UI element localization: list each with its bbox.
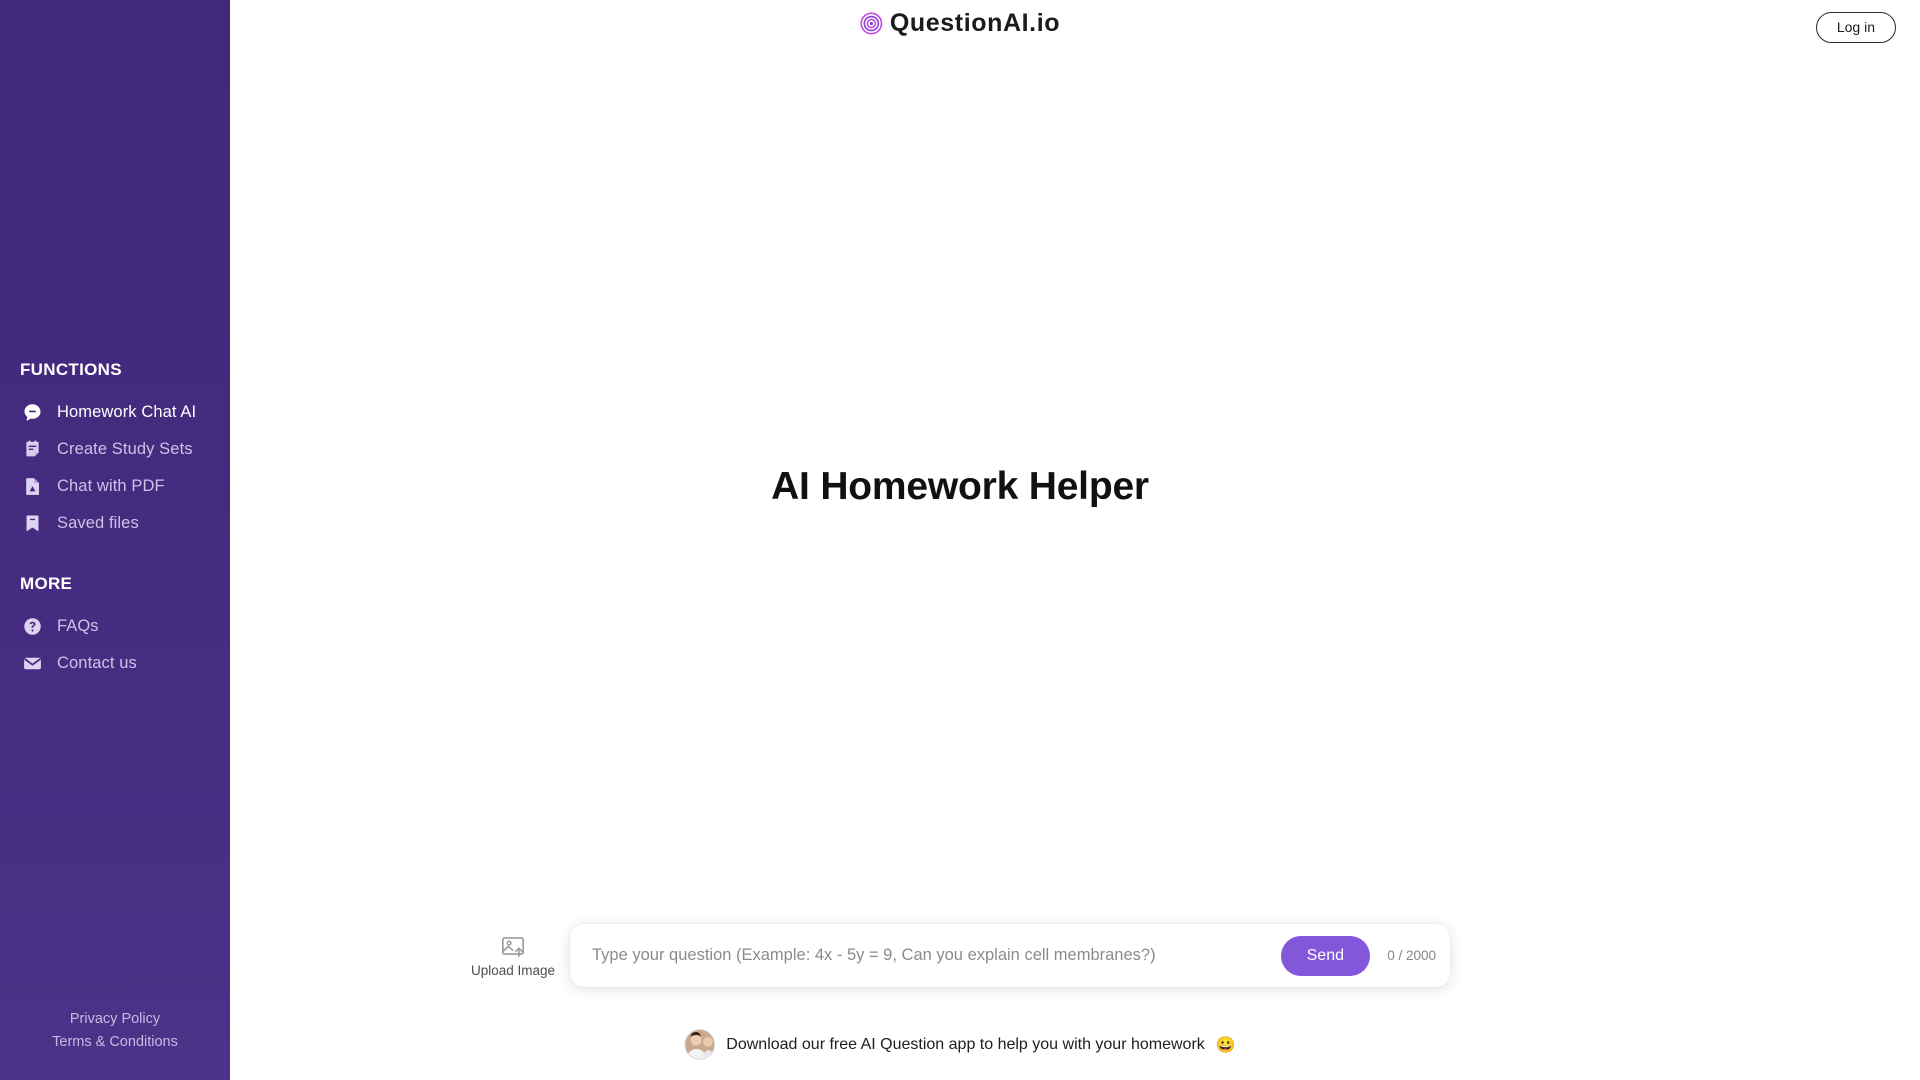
download-app-banner[interactable]: Download our free AI Question app to hel…	[684, 1029, 1236, 1060]
image-upload-icon	[500, 933, 526, 959]
sidebar-item-label: Saved files	[57, 514, 139, 532]
sidebar-item-label: Contact us	[57, 654, 137, 672]
sidebar-item-label: Create Study Sets	[57, 440, 193, 458]
sidebar-section-functions: FUNCTIONS Homework Chat AI Create Study …	[0, 360, 230, 542]
sidebar-item-faqs[interactable]: FAQs	[20, 608, 230, 645]
sidebar-nav-more: FAQs Contact us	[20, 608, 230, 682]
brand-name: QuestionAI.io	[889, 9, 1061, 37]
sidebar-section-gap	[0, 542, 230, 574]
sidebar-item-contact-us[interactable]: Contact us	[20, 645, 230, 682]
sidebar-item-label: FAQs	[57, 617, 99, 635]
sidebar-item-label: Chat with PDF	[57, 477, 165, 495]
sidebar-section-title-more: MORE	[20, 574, 73, 593]
sidebar-top-spacer	[0, 0, 230, 360]
brand-logo[interactable]: QuestionAI.io	[860, 9, 1060, 38]
sidebar-item-saved-files[interactable]: Saved files	[20, 505, 230, 542]
upload-image-label: Upload Image	[470, 963, 556, 978]
sidebar-item-label: Homework Chat AI	[57, 403, 197, 421]
sidebar-nav-functions: Homework Chat AI Create Study Sets Chat …	[20, 394, 230, 542]
sidebar-item-create-study-sets[interactable]: Create Study Sets	[20, 431, 230, 468]
sidebar-footer: Privacy Policy Terms & Conditions	[0, 1008, 230, 1080]
app-root: FUNCTIONS Homework Chat AI Create Study …	[0, 0, 1920, 1080]
question-circle-icon	[22, 616, 43, 637]
avatar	[684, 1029, 716, 1060]
envelope-icon	[22, 653, 43, 674]
clipboard-notes-icon	[22, 439, 43, 460]
privacy-policy-link[interactable]: Privacy Policy	[0, 1008, 230, 1031]
sidebar-section-title-functions: FUNCTIONS	[20, 360, 122, 379]
composer-area: Upload Image Send 0 / 2000	[470, 924, 1450, 987]
sidebar-item-homework-chat-ai[interactable]: Homework Chat AI	[20, 394, 230, 431]
composer-box: Send 0 / 2000	[570, 924, 1450, 987]
bookmark-icon	[22, 513, 43, 534]
download-app-text: Download our free AI Question app to hel…	[726, 1035, 1205, 1053]
target-concentric-circles-icon	[860, 12, 883, 35]
question-input[interactable]	[592, 924, 1271, 987]
upload-image-button[interactable]: Upload Image	[470, 933, 556, 978]
character-counter: 0 / 2000	[1387, 948, 1436, 963]
sidebar-item-chat-with-pdf[interactable]: Chat with PDF	[20, 468, 230, 505]
send-button[interactable]: Send	[1280, 935, 1370, 976]
login-button[interactable]: Log in	[1815, 12, 1896, 43]
main-content: QuestionAI.io Log in AI Homework Helper …	[230, 0, 1920, 1080]
page-title: AI Homework Helper	[771, 465, 1149, 508]
sidebar: FUNCTIONS Homework Chat AI Create Study …	[0, 0, 230, 1080]
grinning-face-emoji-icon: 😀	[1215, 1036, 1236, 1054]
sidebar-section-more: MORE FAQs Contact us	[0, 574, 230, 682]
pdf-document-icon	[22, 476, 43, 497]
terms-conditions-link[interactable]: Terms & Conditions	[0, 1031, 230, 1054]
chat-bubble-icon	[22, 402, 43, 423]
